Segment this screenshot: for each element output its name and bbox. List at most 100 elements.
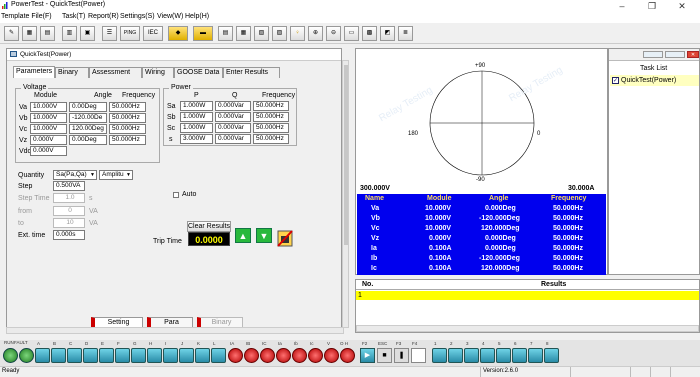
connect-icon[interactable]: ◆ <box>168 26 188 41</box>
vb-frequency-input[interactable]: 50.000Hz <box>109 113 146 123</box>
vb-module-input[interactable]: 10.000V <box>30 113 67 123</box>
ia-label: IA <box>230 341 235 346</box>
folder-icon[interactable]: ▬ <box>193 26 213 41</box>
power-header-p: P <box>194 92 199 99</box>
ext-time-input[interactable]: 0.000s <box>53 230 85 240</box>
s-q-input[interactable]: 0.000Var <box>215 134 251 144</box>
menu-template-file[interactable]: Template File(F) <box>1 13 52 20</box>
sb-p-input[interactable]: 1.000W <box>180 112 213 122</box>
tab-assessment[interactable]: Assessment <box>89 67 142 78</box>
auto-checkbox[interactable] <box>173 192 179 198</box>
tab-parameters[interactable]: Parameters <box>13 66 55 78</box>
vc-frequency-input[interactable]: 50.000Hz <box>109 124 146 134</box>
voltage-header-angle: Angle <box>94 92 112 99</box>
from-input[interactable]: 0 <box>53 206 85 216</box>
input-j-icon <box>179 348 194 363</box>
menu-task[interactable]: Task(T) <box>62 13 85 20</box>
report-icon[interactable]: ▥ <box>62 26 77 41</box>
va-module-input[interactable]: 10.000V <box>30 102 67 112</box>
new-icon[interactable]: ✎ <box>4 26 19 41</box>
step-time-input[interactable]: 1.0 <box>53 193 85 203</box>
va-frequency-input[interactable]: 50.000Hz <box>109 102 146 112</box>
task-list-item-label: QuickTest(Power) <box>621 77 677 84</box>
pause-button-icon[interactable]: ❚ <box>394 348 409 363</box>
close-button[interactable]: ✕ <box>672 0 692 12</box>
checked-checkbox-icon[interactable]: ✓ <box>612 77 619 84</box>
iec-button[interactable]: IEC <box>143 26 163 41</box>
maximize-icon[interactable] <box>665 51 685 58</box>
tab-goose-data[interactable]: GOOSE Data <box>174 67 223 78</box>
to-input[interactable]: 10 <box>53 218 85 228</box>
bulb-icon[interactable]: ♀ <box>290 26 305 41</box>
vertical-scrollbar[interactable] <box>342 60 349 328</box>
vb-angle-input[interactable]: -120.00De <box>69 113 107 123</box>
sc-frequency-input[interactable]: 50.000Hz <box>253 123 289 133</box>
step-input[interactable]: 0.500VA <box>53 181 85 191</box>
menu-report[interactable]: Report(R) <box>88 13 119 20</box>
close-icon[interactable]: ✕ <box>687 51 699 58</box>
menu-help[interactable]: Help(H) <box>185 13 209 20</box>
row-frequency: 50.000Hz <box>553 235 583 242</box>
print-icon[interactable]: ▣ <box>80 26 95 41</box>
maximize-button[interactable]: ❐ <box>642 0 662 12</box>
scrollbar-thumb[interactable] <box>344 65 348 245</box>
vc-angle-input[interactable]: 120.00Deg <box>69 124 107 134</box>
play-icon[interactable]: ▶ <box>360 348 375 363</box>
results-scrollbar[interactable] <box>356 325 699 332</box>
zoom-out-icon[interactable]: ⊖ <box>326 26 341 41</box>
s-p-input[interactable]: 3.000W <box>180 134 213 144</box>
ping-button[interactable]: PING <box>120 26 140 41</box>
stop-test-icon[interactable]: ▦ <box>236 26 251 41</box>
stop-icon[interactable]: ■ <box>377 348 392 363</box>
vdc-input[interactable]: 0.000V <box>30 146 67 156</box>
step-up-icon[interactable]: ▲ <box>235 228 251 243</box>
sc-q-input[interactable]: 0.000Var <box>215 123 251 133</box>
sb-frequency-input[interactable]: 50.000Hz <box>253 112 289 122</box>
row-angle: 120.000Deg <box>481 265 520 272</box>
sb-q-input[interactable]: 0.000Var <box>215 112 251 122</box>
sc-p-input[interactable]: 1.000W <box>180 123 213 133</box>
vz-angle-input[interactable]: 0.00Deg <box>69 135 107 145</box>
pause-icon[interactable]: ▨ <box>272 26 287 41</box>
task-list-item[interactable]: ✓ QuickTest(Power) <box>610 75 699 86</box>
save-icon[interactable]: ▤ <box>40 26 55 41</box>
export-icon[interactable]: ◩ <box>380 26 395 41</box>
step-icon[interactable]: ▧ <box>254 26 269 41</box>
quantity-chevron-down-icon[interactable]: ▼ <box>88 170 97 180</box>
settings-icon[interactable]: ☰ <box>102 26 117 41</box>
menu-view[interactable]: View(W) <box>157 13 183 20</box>
tab-enter-results[interactable]: Enter Results <box>223 67 280 78</box>
list-icon[interactable]: ≣ <box>398 26 413 41</box>
blank-button-icon[interactable] <box>411 348 426 363</box>
power-group: Power P Q Frequency Sa 1.000W 0.000Var 5… <box>163 84 297 146</box>
open-icon[interactable]: ▦ <box>22 26 37 41</box>
input-e-icon <box>99 348 114 363</box>
zoom-in-icon[interactable]: ⊕ <box>308 26 323 41</box>
zoom-fit-icon[interactable]: ▭ <box>344 26 359 41</box>
sa-q-input[interactable]: 0.000Var <box>215 101 251 111</box>
menu-settings[interactable]: Settings(S) <box>120 13 155 20</box>
run-test-icon[interactable]: ▤ <box>218 26 233 41</box>
minimize-button[interactable]: – <box>612 0 632 12</box>
ic-small-label: Ic <box>310 341 314 346</box>
s-frequency-input[interactable]: 50.000Hz <box>253 134 289 144</box>
no-connection-icon[interactable] <box>277 230 293 247</box>
vc-module-input[interactable]: 10.000V <box>30 124 67 134</box>
vz-module-input[interactable]: 0.000V <box>30 135 67 145</box>
results-row[interactable]: 1 <box>356 291 699 300</box>
vz-frequency-input[interactable]: 50.000Hz <box>109 135 146 145</box>
restore-icon[interactable] <box>643 51 663 58</box>
step-down-icon[interactable]: ▼ <box>256 228 272 243</box>
tab-wiring[interactable]: Wiring <box>142 67 174 78</box>
tab-binary[interactable]: Binary <box>55 67 89 78</box>
clear-results-button[interactable]: Clear Results <box>187 221 231 232</box>
mode-chevron-down-icon[interactable]: ▼ <box>124 170 133 180</box>
step-time-unit: s <box>89 195 93 202</box>
sa-p-input[interactable]: 1.000W <box>180 101 213 111</box>
horizontal-scrollbar[interactable] <box>6 327 344 334</box>
va-angle-input[interactable]: 0.00Deg <box>69 102 107 112</box>
fault-led-icon <box>19 348 34 363</box>
sa-frequency-input[interactable]: 50.000Hz <box>253 101 289 111</box>
chart-icon[interactable]: ▩ <box>362 26 377 41</box>
output-7-icon <box>528 348 543 363</box>
